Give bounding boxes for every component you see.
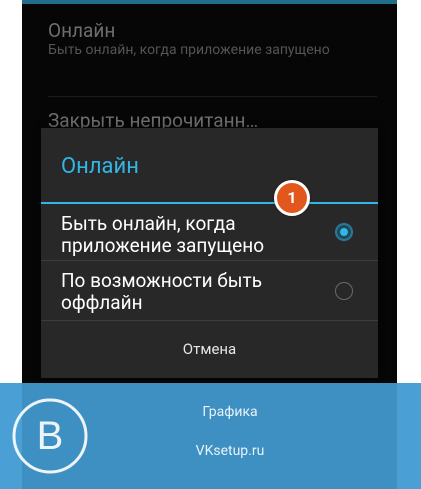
online-dialog: Онлайн Быть онлайн, когда приложение зап… [41,128,378,378]
step-marker: 1 [274,180,310,216]
radio-selected-icon[interactable] [335,223,353,241]
vk-logo-letter: B [37,414,64,458]
dialog-title: Онлайн [61,154,139,179]
option-online-when-running[interactable]: Быть онлайн, когда приложение запущено [41,204,378,260]
pref-online-summary: Быть онлайн, когда приложение запущено [48,42,330,58]
watermark-line-2: VKsetup.ru [195,443,265,459]
option-label: Быть онлайн, когда приложение запущено [61,212,265,257]
vk-logo-icon: B [12,398,88,474]
radio-unselected-icon[interactable] [335,282,353,300]
page: Онлайн Быть онлайн, когда приложение зап… [0,0,421,489]
pref-online-title: Онлайн [48,19,116,42]
pref-divider [48,96,377,97]
option-offline-when-possible[interactable]: По возможности быть оффлайн [41,261,378,320]
watermark-band: B Графика VKsetup.ru [0,383,421,489]
option-label: По возможности быть оффлайн [61,269,263,314]
watermark-line-1: Графика [202,404,258,420]
top-divider [22,0,397,4]
pref-online[interactable]: Онлайн Быть онлайн, когда приложение зап… [48,20,377,59]
cancel-button[interactable]: Отмена [41,321,378,378]
